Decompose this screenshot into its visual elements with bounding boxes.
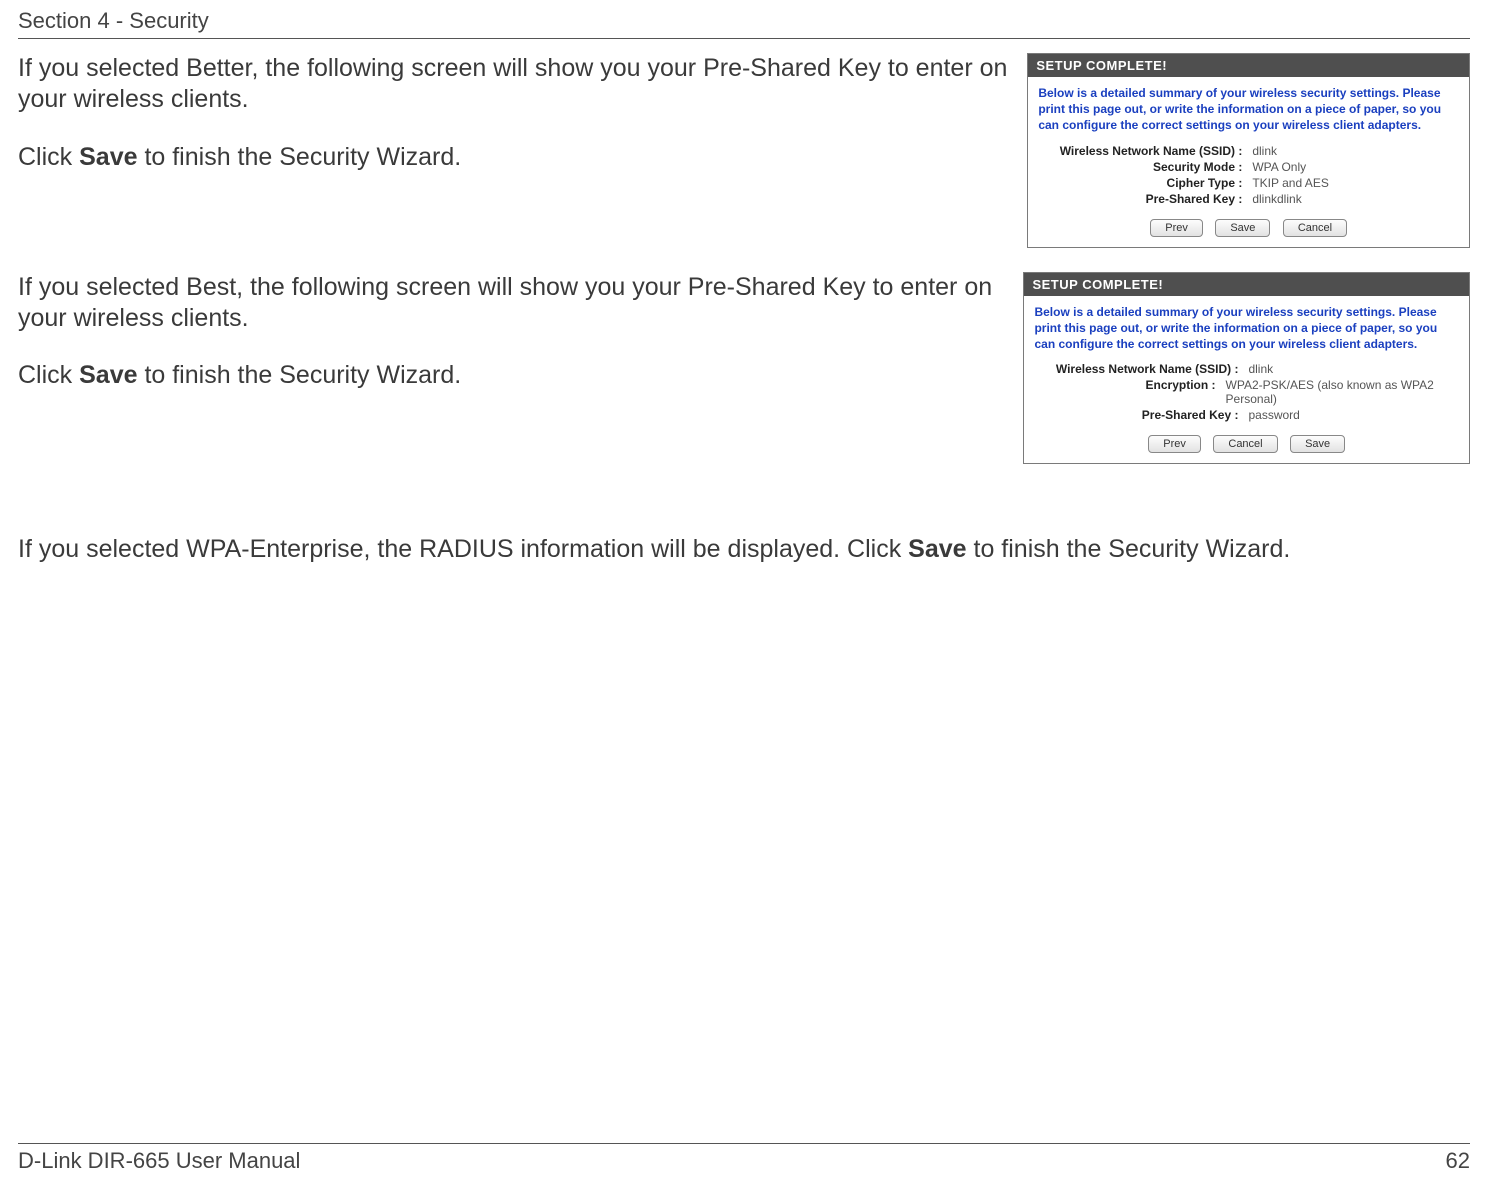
divider-bottom bbox=[18, 1143, 1470, 1144]
cancel-button[interactable]: Cancel bbox=[1283, 219, 1347, 237]
label-psk: Pre-Shared Key : bbox=[1038, 192, 1248, 206]
text-click-2: Click bbox=[18, 361, 79, 389]
row-encryption: Encryption : WPA2-PSK/AES (also known as… bbox=[1034, 378, 1459, 406]
row-psk-2: Pre-Shared Key : password bbox=[1034, 408, 1459, 422]
text-finish: to finish the Security Wizard. bbox=[138, 143, 462, 171]
value-cipher: TKIP and AES bbox=[1248, 176, 1329, 190]
para-best-1: If you selected Best, the following scre… bbox=[18, 272, 1015, 335]
para-better-1: If you selected Better, the following sc… bbox=[18, 53, 1019, 116]
value-psk: dlinkdlink bbox=[1248, 192, 1301, 206]
row-cipher: Cipher Type : TKIP and AES bbox=[1038, 176, 1459, 190]
panel1-buttons: Prev Save Cancel bbox=[1038, 218, 1459, 237]
text-save-bold: Save bbox=[79, 143, 137, 171]
value-psk-2: password bbox=[1244, 408, 1299, 422]
footer-page-number: 62 bbox=[1446, 1148, 1470, 1174]
panel-setup-complete-2: SETUP COMPLETE! Below is a detailed summ… bbox=[1023, 272, 1470, 465]
label-psk-2: Pre-Shared Key : bbox=[1034, 408, 1244, 422]
label-security-mode: Security Mode : bbox=[1038, 160, 1248, 174]
panel1-desc: Below is a detailed summary of your wire… bbox=[1038, 85, 1459, 134]
value-security-mode: WPA Only bbox=[1248, 160, 1306, 174]
label-encryption: Encryption : bbox=[1034, 378, 1221, 406]
value-ssid: dlink bbox=[1248, 144, 1277, 158]
label-ssid-2: Wireless Network Name (SSID) : bbox=[1034, 362, 1244, 376]
panel-setup-complete-1: SETUP COMPLETE! Below is a detailed summ… bbox=[1027, 53, 1470, 248]
cancel-button-2[interactable]: Cancel bbox=[1213, 435, 1277, 453]
save-button-2[interactable]: Save bbox=[1290, 435, 1345, 453]
value-ssid-2: dlink bbox=[1244, 362, 1273, 376]
text-wpa-1: If you selected WPA-Enterprise, the RADI… bbox=[18, 535, 908, 563]
panel1-title: SETUP COMPLETE! bbox=[1028, 54, 1469, 77]
para-better-2: Click Save to finish the Security Wizard… bbox=[18, 142, 1019, 173]
text-wpa-save: Save bbox=[908, 535, 966, 563]
prev-button-2[interactable]: Prev bbox=[1148, 435, 1201, 453]
row-ssid-2: Wireless Network Name (SSID) : dlink bbox=[1034, 362, 1459, 376]
block-best: If you selected Best, the following scre… bbox=[18, 272, 1470, 465]
value-encryption: WPA2-PSK/AES (also known as WPA2 Persona… bbox=[1222, 378, 1459, 406]
footer-left: D-Link DIR-665 User Manual bbox=[18, 1148, 300, 1174]
text-wpa-2: to finish the Security Wizard. bbox=[967, 535, 1291, 563]
page-footer: D-Link DIR-665 User Manual 62 bbox=[18, 1143, 1470, 1174]
text-click: Click bbox=[18, 143, 79, 171]
panel2-buttons: Prev Cancel Save bbox=[1034, 434, 1459, 453]
panel2-title: SETUP COMPLETE! bbox=[1024, 273, 1469, 296]
prev-button[interactable]: Prev bbox=[1150, 219, 1203, 237]
para-best-2: Click Save to finish the Security Wizard… bbox=[18, 360, 1015, 391]
label-cipher: Cipher Type : bbox=[1038, 176, 1248, 190]
row-security-mode: Security Mode : WPA Only bbox=[1038, 160, 1459, 174]
panel2-desc: Below is a detailed summary of your wire… bbox=[1034, 304, 1459, 353]
row-psk: Pre-Shared Key : dlinkdlink bbox=[1038, 192, 1459, 206]
row-ssid: Wireless Network Name (SSID) : dlink bbox=[1038, 144, 1459, 158]
copy-best: If you selected Best, the following scre… bbox=[18, 272, 1023, 392]
divider-top bbox=[18, 38, 1470, 39]
section-header: Section 4 - Security bbox=[18, 8, 1470, 34]
block-better: If you selected Better, the following sc… bbox=[18, 53, 1470, 248]
text-save-bold-2: Save bbox=[79, 361, 137, 389]
label-ssid: Wireless Network Name (SSID) : bbox=[1038, 144, 1248, 158]
block-wpa-enterprise: If you selected WPA-Enterprise, the RADI… bbox=[18, 534, 1470, 565]
save-button[interactable]: Save bbox=[1215, 219, 1270, 237]
text-finish-2: to finish the Security Wizard. bbox=[138, 361, 462, 389]
copy-better: If you selected Better, the following sc… bbox=[18, 53, 1027, 173]
